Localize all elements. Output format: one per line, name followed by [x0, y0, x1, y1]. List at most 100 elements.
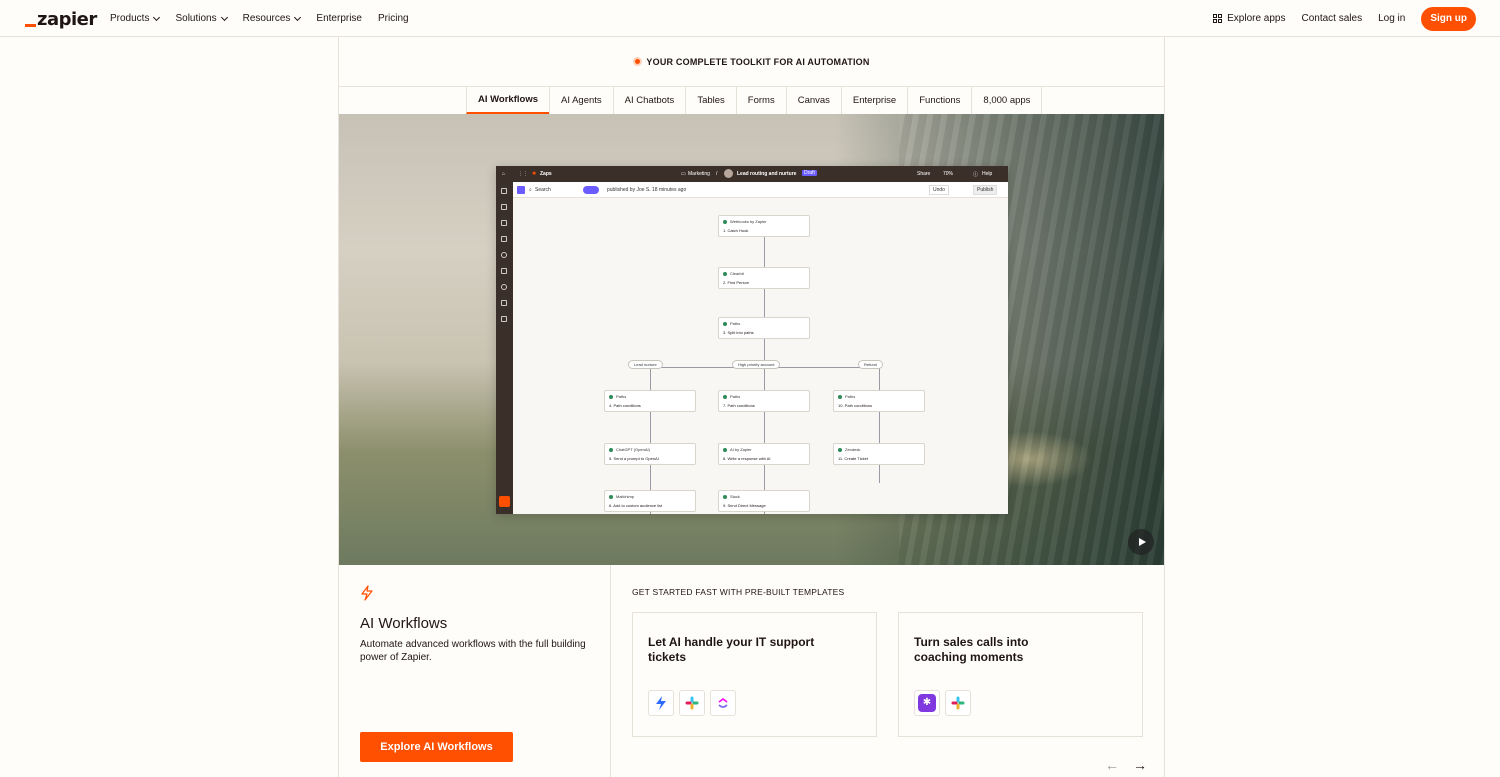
zap-step[interactable]: ChatGPT (OpenAI) 5. Send a prompt to Open… [604, 443, 696, 465]
feature-description: Automate advanced workflows with the ful… [360, 639, 586, 663]
chevron-down-icon [220, 13, 228, 21]
collapse-icon[interactable] [517, 186, 525, 194]
published-status: published by Joe S. 18 minutes ago [607, 187, 687, 193]
zap-step[interactable]: Slack 9. Send Direct Message [718, 490, 810, 512]
apps-grid-icon [1213, 14, 1223, 23]
sidebar-icon[interactable] [501, 252, 507, 258]
zap-name[interactable]: Lead routing and nurture [737, 171, 796, 177]
sidebar-icon[interactable] [501, 236, 507, 242]
zap-step[interactable]: AI by Zapier 8. Write a response with AI [718, 443, 810, 465]
connector [650, 367, 651, 390]
lightning-bolt-icon [361, 585, 373, 601]
logo-mark [25, 24, 36, 27]
tab-enterprise[interactable]: Enterprise [840, 87, 907, 114]
check-icon [723, 394, 727, 399]
help-icon: ⓘ [973, 172, 979, 178]
breadcrumb-sep: / [716, 171, 718, 177]
zap-step[interactable]: Clearbit 2. Find Person [718, 267, 810, 289]
feature-title: AI Workflows [360, 615, 448, 632]
product-tabs: AI Workflows AI Agents AI Chatbots Table… [466, 87, 1043, 114]
status-badge: Draft [802, 170, 817, 176]
feature-summary: AI Workflows Automate advanced workflows… [339, 565, 611, 777]
check-icon [723, 447, 727, 452]
editor-sidebar [496, 182, 513, 514]
assistant-icon[interactable] [499, 496, 510, 507]
tab-ai-agents[interactable]: AI Agents [549, 87, 613, 114]
zoom-level[interactable]: 70% [943, 171, 953, 177]
product-name: Zaps [540, 171, 552, 177]
chevron-down-icon [153, 13, 161, 21]
connector [879, 412, 880, 444]
zapier-logo[interactable]: zapier [25, 9, 97, 30]
undo-button[interactable]: Undo [929, 185, 949, 195]
zap-step[interactable]: Webhooks by Zapier 1. Catch Hook [718, 215, 810, 237]
connector [650, 412, 651, 444]
main-container: YOUR COMPLETE TOOLKIT FOR AI AUTOMATION … [338, 37, 1165, 777]
search-field[interactable]: Search [535, 187, 551, 193]
sidebar-icon[interactable] [501, 204, 507, 210]
sidebar-icon[interactable] [501, 316, 507, 322]
zap-step[interactable]: Paths 4. Path conditions [604, 390, 696, 412]
folder-name: Marketing [688, 171, 710, 177]
tab-ai-chatbots[interactable]: AI Chatbots [612, 87, 686, 114]
play-icon [1138, 538, 1146, 546]
sidebar-icon[interactable] [501, 188, 507, 194]
status-dot-icon [633, 57, 643, 66]
chevron-down-icon [294, 13, 302, 21]
share-button[interactable]: Share [917, 171, 930, 177]
login-link[interactable]: Log in [1378, 13, 1405, 24]
nav-left: Products Solutions Resources Enterprise … [110, 0, 425, 37]
publish-button[interactable]: Publish [973, 185, 998, 195]
tab-forms[interactable]: Forms [735, 87, 786, 114]
toggle-switch[interactable] [583, 186, 599, 194]
check-icon [609, 494, 613, 499]
connector [764, 465, 765, 490]
home-icon: ⌂ [502, 171, 506, 177]
sidebar-icon[interactable] [501, 268, 507, 274]
top-nav: zapier Products Solutions Resources Ente… [0, 0, 1500, 37]
avatar [724, 169, 733, 178]
editor-topbar: ⌂ ⋮⋮ ✱ Zaps ▭ Marketing / Lead routing a… [496, 166, 1008, 182]
hero-media: ⌂ ⋮⋮ ✱ Zaps ▭ Marketing / Lead routing a… [339, 114, 1164, 565]
connector [879, 465, 880, 483]
sidebar-icon[interactable] [501, 284, 507, 290]
nav-products[interactable]: Products [110, 13, 161, 24]
editor-toolbar: ⌕ Search published by Joe S. 18 minutes … [513, 182, 1008, 198]
signup-button[interactable]: Sign up [1421, 6, 1476, 31]
path-pill[interactable]: High priority account [732, 360, 781, 369]
sidebar-icon[interactable] [501, 220, 507, 226]
help-button[interactable]: Help [982, 171, 992, 177]
zap-editor-preview: ⌂ ⋮⋮ ✱ Zaps ▭ Marketing / Lead routing a… [496, 166, 1008, 514]
zap-step[interactable]: Paths 10. Path conditions [833, 390, 925, 412]
tab-tables[interactable]: Tables [685, 87, 735, 114]
explore-ai-workflows-button[interactable]: Explore AI Workflows [360, 732, 513, 762]
check-icon [723, 494, 727, 499]
nav-solutions[interactable]: Solutions [175, 13, 228, 24]
zap-step[interactable]: Paths 7. Path conditions [718, 390, 810, 412]
sidebar-icon[interactable] [501, 300, 507, 306]
check-icon [609, 394, 613, 399]
path-pill[interactable]: Refund [858, 360, 883, 369]
tab-canvas[interactable]: Canvas [785, 87, 841, 114]
play-button[interactable] [1128, 529, 1154, 555]
tab-8000-apps[interactable]: 8,000 apps [971, 87, 1043, 114]
tab-functions[interactable]: Functions [907, 87, 971, 114]
zap-step[interactable]: Paths 3. Split into paths [718, 317, 810, 339]
nav-pricing[interactable]: Pricing [378, 13, 409, 24]
connector [764, 236, 765, 268]
path-pill[interactable]: Lead nurture [628, 360, 663, 369]
zap-step[interactable]: Zendesk 11. Create Ticket [833, 443, 925, 465]
eyebrow: YOUR COMPLETE TOOLKIT FOR AI AUTOMATION [339, 37, 1164, 87]
nav-enterprise[interactable]: Enterprise [316, 13, 362, 24]
zap-bolt-icon: ✱ [532, 171, 537, 177]
connector [764, 367, 765, 390]
check-icon [609, 447, 613, 452]
zap-step[interactable]: Mailchimp 6. Add to custom audience list [604, 490, 696, 512]
check-icon [723, 219, 727, 224]
contact-sales-link[interactable]: Contact sales [1301, 13, 1362, 24]
folder-icon: ▭ [681, 171, 686, 177]
explore-apps-link[interactable]: Explore apps [1213, 13, 1285, 24]
nav-resources[interactable]: Resources [243, 13, 302, 24]
tab-ai-workflows[interactable]: AI Workflows [466, 87, 549, 114]
grid-icon: ⋮⋮ [518, 171, 528, 177]
